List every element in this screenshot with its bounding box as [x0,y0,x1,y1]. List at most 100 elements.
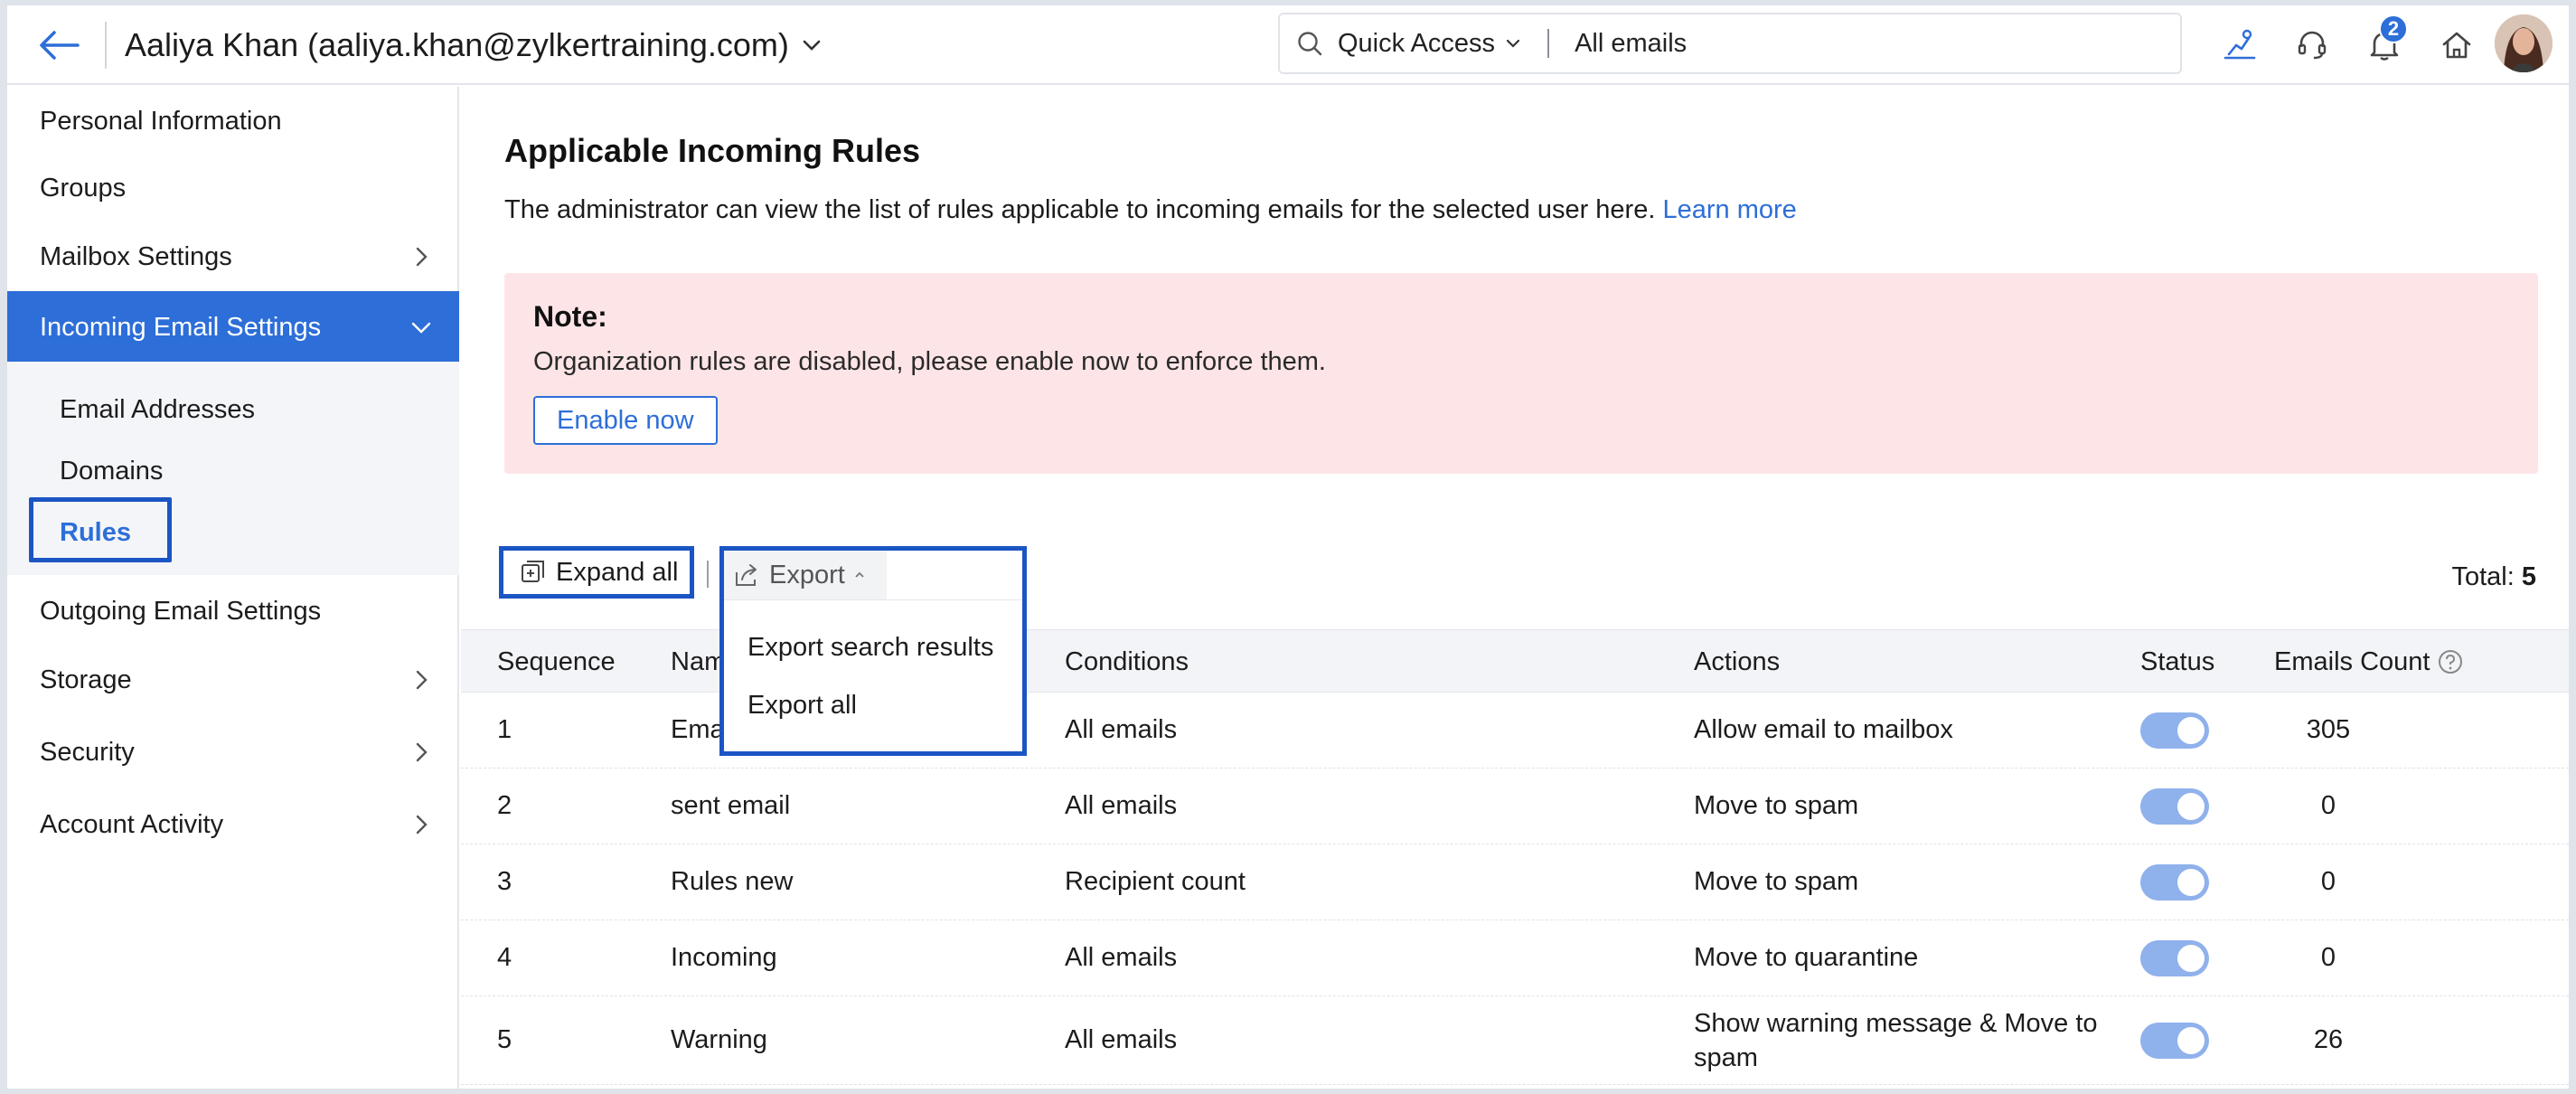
sidebar-subitem-label: Email Addresses [60,394,255,424]
total-count: Total: 5 [2451,562,2536,592]
sidebar-subitem-email-addresses[interactable]: Email Addresses [7,380,459,439]
export-dropdown-panel: Export Export search results Export all [719,546,1027,756]
training-icon [2223,29,2256,60]
user-title-text: Aaliya Khan (aaliya.khan@zylkertraining.… [125,26,789,63]
table-row[interactable]: 2 sent email All emails Move to spam 0 [461,769,2569,844]
chevron-right-icon [416,815,428,835]
sidebar: Personal Information Groups Mailbox Sett… [7,87,459,1089]
sidebar-item-groups[interactable]: Groups [7,154,459,222]
table-row[interactable]: 5 Warning All emails Show warning messag… [461,996,2569,1085]
search-input[interactable] [1575,28,2136,59]
cell-name: Warning [671,1025,767,1054]
help-icon[interactable] [2437,648,2464,675]
headset-icon [2298,31,2327,60]
cell-condition: All emails [1065,715,1178,744]
sidebar-item-label: Security [40,737,135,767]
sidebar-item-label: Incoming Email Settings [40,312,322,342]
cell-status [2140,693,2209,768]
sidebar-item-storage[interactable]: Storage [7,646,459,714]
table-row[interactable]: 4 Incoming All emails Move to quarantine… [461,920,2569,996]
table-row[interactable]: 3 Rules new Recipient count Move to spam… [461,844,2569,920]
user-switcher[interactable]: Aaliya Khan (aaliya.khan@zylkertraining.… [125,24,822,67]
cell-condition: All emails [1065,1025,1178,1054]
chevron-right-icon [416,670,428,690]
header-icons: 2 [2213,14,2502,72]
home-button[interactable] [2430,18,2484,72]
cell-sequence: 5 [497,1025,512,1054]
sidebar-item-account-activity[interactable]: Account Activity [7,790,459,859]
cell-emails-count: 0 [2320,791,2336,820]
status-toggle[interactable] [2140,787,2209,825]
notification-badge: 2 [2379,14,2408,43]
export-button[interactable]: Export [724,551,887,599]
export-all-option[interactable]: Export all [724,676,1022,734]
status-toggle[interactable] [2140,712,2209,749]
total-label: Total: [2451,562,2515,591]
cell-action: Show warning message & Move to spam [1694,1008,2098,1072]
sidebar-item-incoming-email-settings[interactable]: Incoming Email Settings [7,291,459,363]
column-header-sequence[interactable]: Sequence [497,630,616,693]
avatar[interactable] [2495,14,2552,72]
expand-all-label: Expand all [556,557,679,587]
sidebar-subitem-label: Domains [60,456,164,486]
chevron-right-icon [416,247,428,267]
cell-action: Move to spam [1694,791,1859,820]
cell-emails-count: 26 [2313,1025,2344,1054]
support-button[interactable] [2285,18,2339,72]
column-header-name[interactable]: Nam [671,630,726,693]
sidebar-item-label: Personal Information [40,106,282,136]
cell-emails-count: 0 [2320,867,2336,896]
status-toggle[interactable] [2140,863,2209,901]
training-button[interactable] [2213,18,2267,72]
search-separator [1547,29,1550,58]
status-toggle[interactable] [2140,939,2209,976]
page-title: Applicable Incoming Rules [504,132,921,169]
cell-sequence: 1 [497,715,512,744]
search-icon [1296,28,1327,59]
cell-action: Move to quarantine [1694,943,1919,972]
cell-name: Rules new [671,867,794,896]
sidebar-item-label: Mailbox Settings [40,241,232,271]
sidebar-item-outgoing-email-settings[interactable]: Outgoing Email Settings [7,577,459,646]
expand-all-icon [522,561,544,582]
back-button[interactable] [34,24,83,67]
column-header-status[interactable]: Status [2140,630,2214,693]
sidebar-item-security[interactable]: Security [7,718,459,787]
cell-sequence: 4 [497,943,512,972]
search-box: Quick Access [1278,13,2182,74]
note-text: Organization rules are disabled, please … [533,347,1326,376]
column-header-actions[interactable]: Actions [1694,630,1780,693]
sidebar-item-personal-information[interactable]: Personal Information [7,87,459,156]
cell-status [2140,844,2209,920]
notifications-button[interactable]: 2 [2357,14,2411,72]
cell-status [2140,920,2209,995]
cell-name: Ema [671,715,725,744]
arrow-left-icon [40,31,80,60]
note-title: Note: [533,300,607,333]
learn-more-link[interactable]: Learn more [1662,195,1796,224]
sidebar-item-label: Account Activity [40,809,224,839]
cell-action: Allow email to mailbox [1694,715,1953,744]
chevron-down-icon [1506,39,1520,48]
column-header-emails-count-label[interactable]: Emails Count [2274,647,2430,677]
sidebar-item-label: Groups [40,173,127,203]
total-value: 5 [2521,562,2536,591]
cell-name: Incoming [671,943,777,972]
export-search-results-option[interactable]: Export search results [724,618,1022,676]
sidebar-item-mailbox-settings[interactable]: Mailbox Settings [7,222,459,291]
column-header-conditions[interactable]: Conditions [1065,630,1189,693]
chevron-up-icon [855,571,864,578]
cell-condition: All emails [1065,791,1178,820]
quick-access-dropdown[interactable]: Quick Access [1338,29,1520,59]
sidebar-item-label: Outgoing Email Settings [40,596,322,626]
cell-status [2140,769,2209,844]
top-header: Aaliya Khan (aaliya.khan@zylkertraining.… [7,5,2569,85]
enable-now-button[interactable]: Enable now [533,396,718,445]
note-banner: Note: Organization rules are disabled, p… [504,273,2538,474]
cell-condition: Recipient count [1065,867,1246,896]
expand-all-button[interactable]: Expand all [499,546,694,599]
chevron-down-icon [803,40,821,51]
sidebar-subitem-domains[interactable]: Domains [7,441,459,501]
status-toggle[interactable] [2140,1022,2209,1059]
home-icon [2442,32,2471,59]
